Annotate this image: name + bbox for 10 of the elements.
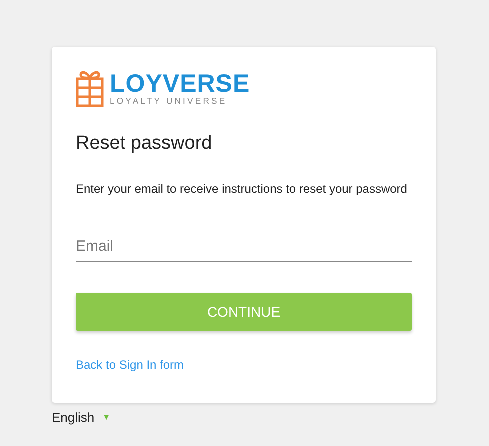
brand-tagline: LOYALTY UNIVERSE bbox=[110, 96, 228, 106]
email-field[interactable]: Email bbox=[76, 234, 412, 262]
gift-logo-icon bbox=[76, 70, 104, 108]
caret-icon[interactable]: ▼ bbox=[102, 413, 111, 422]
brand-name: LOYVERSE bbox=[110, 72, 250, 96]
language-selector[interactable]: English bbox=[52, 410, 95, 425]
instructions-text: Enter your email to receive instructions to reset your password bbox=[76, 181, 408, 197]
back-link[interactable]: Back to Sign In form bbox=[76, 358, 184, 372]
continue-button[interactable]: CONTINUE bbox=[76, 293, 412, 331]
page-title: Reset password bbox=[76, 132, 214, 156]
